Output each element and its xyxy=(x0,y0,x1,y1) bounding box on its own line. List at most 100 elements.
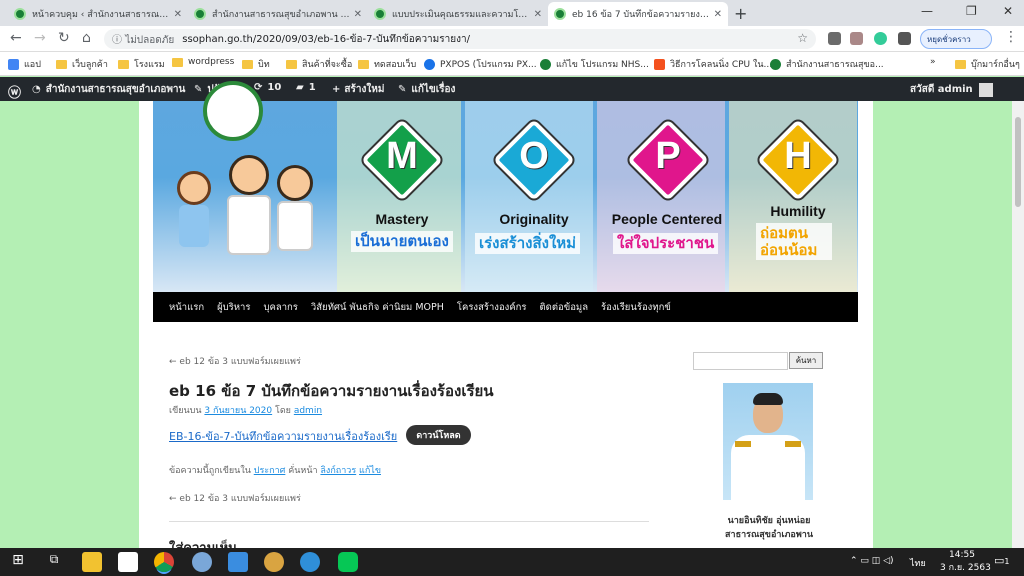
permalink-link[interactable]: ลิงก์ถาวร xyxy=(320,466,356,476)
reload-icon[interactable]: ↻ xyxy=(58,30,70,46)
paint-palette-icon[interactable] xyxy=(264,552,284,572)
bookmark-link[interactable]: วิธีการโคลนนิ่ง CPU ใน... xyxy=(654,57,772,71)
menu-item-executives[interactable]: ผู้บริหาร xyxy=(217,300,250,315)
post-date-link[interactable]: 3 กันยายน 2020 xyxy=(204,406,272,416)
bookmark-apps[interactable]: แอป xyxy=(8,57,41,71)
new-tab-icon[interactable]: + xyxy=(734,4,747,23)
language-indicator[interactable]: ไทย xyxy=(910,556,926,570)
pencil-icon: ✎ xyxy=(398,84,407,95)
bookmark-label: เว็บลูกค้า xyxy=(72,60,108,70)
tray-icons[interactable]: ⌃ ▭ ◫ ◁) xyxy=(850,556,894,566)
bookmarks-overflow-icon[interactable]: » xyxy=(930,57,936,67)
bookmark-label: wordpress xyxy=(188,57,235,67)
bookmark-folder[interactable]: โรงแรม xyxy=(118,57,165,71)
wp-edit-post[interactable]: ✎ แก้ไขเรื่อง xyxy=(398,82,455,97)
bookmark-link[interactable]: สำนักงานสาธารณสุขอ... xyxy=(770,57,884,71)
window-close-icon[interactable]: ✕ xyxy=(1003,4,1013,18)
edit-post-link[interactable]: แก้ไข xyxy=(359,466,381,476)
category-prefix: ข้อความนี้ถูกเขียนใน xyxy=(169,466,251,476)
menu-item-staff[interactable]: บุคลากร xyxy=(263,300,297,315)
extension-icon[interactable] xyxy=(828,32,841,45)
chrome-icon[interactable] xyxy=(154,552,174,572)
extension-icon[interactable] xyxy=(874,32,887,45)
director-name: นายอินทิชัย อุ่นหน่อย xyxy=(727,516,811,526)
wp-account[interactable]: สวัสดี admin xyxy=(910,82,993,97)
browser-tab-bar: หน้าควบคุม ‹ สำนักงานสาธารณสุขอำเภอพาน✕ … xyxy=(0,0,1024,26)
browser-tab[interactable]: สำนักงานสาธารณสุขอำเภอพาน | Pha ✕ xyxy=(188,2,368,26)
wp-site-name[interactable]: ◔ สำนักงานสาธารณสุขอำเภอพาน xyxy=(32,82,185,97)
bookmark-folder[interactable]: เว็บลูกค้า xyxy=(56,57,108,71)
page-scrollbar[interactable] xyxy=(1012,101,1024,548)
file-link[interactable]: EB-16-ข้อ-7-บันทึกข้อความรายงานเรื่องร้อ… xyxy=(169,427,397,445)
search-input[interactable] xyxy=(693,352,788,370)
address-bar[interactable]: ⓘ ไม่ปลอดภัย ssophan.go.th/2020/09/03/eb… xyxy=(104,29,816,49)
download-button[interactable]: ดาวน์โหลด xyxy=(406,425,471,445)
home-icon[interactable]: ⌂ xyxy=(82,30,91,46)
category-link[interactable]: ประกาศ xyxy=(254,466,286,476)
close-tab-icon[interactable]: ✕ xyxy=(174,9,182,20)
url-text[interactable]: ssophan.go.th/2020/09/03/eb-16-ข้อ-7-บัน… xyxy=(182,32,470,47)
menu-item-complaints[interactable]: ร้องเรียนร้องทุกข์ xyxy=(601,300,671,315)
bookmark-folder[interactable]: ทดสอบเว็บ xyxy=(358,57,416,71)
close-tab-icon[interactable]: ✕ xyxy=(714,9,722,20)
bookmark-folder[interactable]: บิท xyxy=(242,57,270,71)
clock[interactable]: 14:55 3 ก.ย. 2563 xyxy=(940,550,991,574)
previous-post-link-bottom[interactable]: ← eb 12 ข้อ 3 แบบฟอร์มเผยแพร่ xyxy=(169,491,301,505)
bookmark-link[interactable]: PXPOS (โปรแกรม PX... xyxy=(424,57,537,71)
browser-tab[interactable]: แบบประเมินคุณธรรมและความโปร่งใสของ ✕ xyxy=(368,2,548,26)
task-view-icon[interactable]: ⧉ xyxy=(44,552,64,572)
profile-label: หยุดชั่วคราว xyxy=(927,34,971,44)
new-label: สร้างใหม่ xyxy=(344,84,385,95)
post-author-link[interactable]: admin xyxy=(294,406,322,416)
menu-item-home[interactable]: หน้าแรก xyxy=(169,300,204,315)
menu-item-structure[interactable]: โครงสร้างองค์กร xyxy=(457,300,527,315)
edge-icon[interactable] xyxy=(300,552,320,572)
search-button[interactable]: ค้นหา xyxy=(789,352,823,369)
windows-start-icon[interactable]: ⊞ xyxy=(8,552,28,572)
scrollbar-thumb[interactable] xyxy=(1015,117,1021,207)
wp-admin-bar: ⓦ ◔สำนักงานสาธารณสุขอำเภอพาน ✎ปรับแต่ง ⟳… xyxy=(0,77,1024,101)
director-title: สาธารณสุขอำเภอพาน xyxy=(725,529,813,540)
security-label: ไม่ปลอดภัย xyxy=(125,34,175,46)
mail-icon[interactable] xyxy=(228,552,248,572)
bookmark-link[interactable]: แก้ไข โปรแกรม NHS... xyxy=(540,57,649,71)
profile-button[interactable]: หยุดชั่วคราว xyxy=(920,29,992,49)
bookmark-prefix: คั่นหน้า xyxy=(288,466,318,476)
people-centered-thai: ใส่ใจประชาชน xyxy=(613,233,719,254)
wp-new[interactable]: + สร้างใหม่ xyxy=(332,82,384,97)
notification-center-icon[interactable]: ▭1 xyxy=(994,554,1010,567)
wordpress-logo-icon[interactable]: ⓦ xyxy=(8,82,21,101)
not-secure-info-icon[interactable]: ⓘ ไม่ปลอดภัย xyxy=(112,31,174,48)
wp-comments[interactable]: ▰ 1 xyxy=(296,82,316,93)
folder-icon xyxy=(286,59,297,69)
bookmark-label: วิธีการโคลนนิ่ง CPU ใน... xyxy=(670,60,773,70)
back-icon[interactable]: ← xyxy=(10,30,22,46)
bookmark-label: แอป xyxy=(24,60,41,70)
browser-menu-icon[interactable]: ⋮ xyxy=(1004,29,1018,45)
minimize-icon[interactable]: — xyxy=(921,4,933,18)
other-bookmarks[interactable]: บุ๊กมาร์กอื่นๆ xyxy=(955,57,1020,71)
extension-icon[interactable] xyxy=(850,32,863,45)
site-name-label: สำนักงานสาธารณสุขอำเภอพาน xyxy=(45,84,186,95)
file-explorer-icon[interactable] xyxy=(82,552,102,572)
bookmark-folder[interactable]: สินค้าที่จะซื้อ xyxy=(286,57,352,71)
forward-icon[interactable]: → xyxy=(34,30,46,46)
bookmark-folder[interactable]: wordpress xyxy=(172,57,234,67)
site-favicon-icon xyxy=(554,8,566,20)
restore-icon[interactable]: ❐ xyxy=(966,4,977,18)
line-app-icon[interactable] xyxy=(338,552,358,572)
close-tab-icon[interactable]: ✕ xyxy=(354,9,362,20)
extensions-puzzle-icon[interactable] xyxy=(898,32,911,45)
store-icon[interactable] xyxy=(118,552,138,572)
paint-icon[interactable] xyxy=(192,552,212,572)
meta-prefix: เขียนบน xyxy=(169,406,202,416)
menu-item-contact[interactable]: ติดต่อข้อมูล xyxy=(540,300,589,315)
close-tab-icon[interactable]: ✕ xyxy=(534,9,542,20)
bookmark-star-icon[interactable]: ☆ xyxy=(797,31,808,45)
wp-updates[interactable]: ⟳ 10 xyxy=(254,82,281,93)
previous-post-link[interactable]: ← eb 12 ข้อ 3 แบบฟอร์มเผยแพร่ xyxy=(169,354,301,368)
apps-grid-icon xyxy=(8,58,19,70)
browser-tab-active[interactable]: eb 16 ข้อ 7 บันทึกข้อความรายงานเรื่อง ✕ xyxy=(548,2,728,26)
browser-tab[interactable]: หน้าควบคุม ‹ สำนักงานสาธารณสุขอำเภอพาน ✕ xyxy=(8,2,188,26)
menu-item-vision[interactable]: วิสัยทัศน์ พันธกิจ ค่านิยม MOPH xyxy=(311,300,444,315)
